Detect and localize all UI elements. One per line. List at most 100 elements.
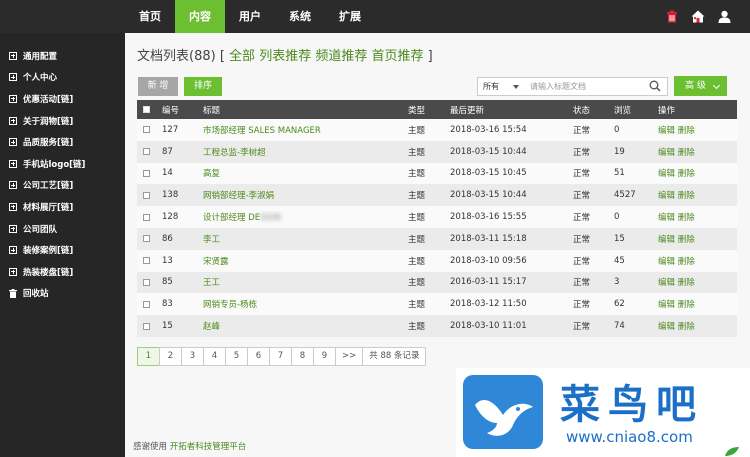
row-views: 15: [614, 233, 625, 244]
filter-link-all[interactable]: 全部: [229, 49, 255, 64]
page-button-5[interactable]: 5: [225, 347, 248, 366]
page-button-1[interactable]: 1: [137, 347, 160, 366]
row-status: 正常: [573, 147, 591, 158]
delete-link[interactable]: 删除: [678, 235, 695, 245]
row-checkbox[interactable]: [143, 300, 150, 308]
edit-link[interactable]: 编辑: [658, 300, 675, 310]
row-title-link[interactable]: 网销专员-杨栋: [203, 298, 408, 310]
edit-link[interactable]: 编辑: [658, 235, 675, 245]
sidebar-item-label: 公司工艺[链]: [23, 181, 74, 192]
footer-link[interactable]: 开拓者科技管理平台: [170, 442, 247, 452]
user-icon[interactable]: [716, 8, 732, 24]
row-title-link[interactable]: 市场部经理 SALES MANAGER: [203, 124, 408, 136]
row-updated: 2018-03-10 11:01: [450, 321, 527, 332]
column-header-title: 标题: [203, 105, 221, 116]
row-checkbox[interactable]: [143, 169, 150, 177]
filter-link-list-recommended[interactable]: 列表推荐: [259, 49, 311, 64]
edit-link[interactable]: 编辑: [658, 191, 675, 201]
edit-link[interactable]: 编辑: [658, 322, 675, 332]
row-type: 主题: [408, 234, 426, 245]
sidebar-item-properties[interactable]: 热装楼盘[链]: [0, 261, 125, 283]
row-title-link[interactable]: 设计部经理 DESIGN: [203, 211, 408, 223]
edit-link[interactable]: 编辑: [658, 148, 675, 158]
page-button-4[interactable]: 4: [203, 347, 226, 366]
row-checkbox[interactable]: [143, 278, 150, 286]
delete-link[interactable]: 删除: [678, 300, 695, 310]
new-button[interactable]: 新 增: [138, 77, 178, 96]
pagination: 1 2 3 4 5 6 7 8 9 >> 共 88 条记录: [137, 347, 427, 366]
nav-item-content[interactable]: 内容: [175, 0, 225, 33]
row-title-link[interactable]: 工程总监-李树超: [203, 146, 408, 158]
next-page-button[interactable]: >>: [335, 347, 364, 366]
edit-link[interactable]: 编辑: [658, 126, 675, 136]
nav-item-users[interactable]: 用户: [225, 0, 275, 33]
filter-link-home-recommended[interactable]: 首页推荐: [372, 49, 424, 64]
delete-link[interactable]: 删除: [678, 148, 695, 158]
sidebar-item-materials[interactable]: 材料展厅[链]: [0, 196, 125, 218]
sidebar-item-team[interactable]: 公司团队: [0, 218, 125, 240]
row-checkbox[interactable]: [143, 191, 150, 199]
select-all-checkbox[interactable]: [143, 106, 150, 113]
delete-link[interactable]: 删除: [678, 169, 695, 179]
column-header-status: 状态: [573, 105, 591, 116]
delete-link[interactable]: 删除: [678, 257, 695, 267]
page-button-3[interactable]: 3: [181, 347, 204, 366]
delete-link[interactable]: 删除: [678, 126, 695, 136]
page-button-6[interactable]: 6: [247, 347, 270, 366]
sidebar-item-quality-service[interactable]: 品质服务[链]: [0, 131, 125, 153]
row-views: 51: [614, 168, 625, 179]
nav-item-extensions[interactable]: 扩展: [325, 0, 375, 33]
nav-item-system[interactable]: 系统: [275, 0, 325, 33]
search-filter-select[interactable]: 所有: [477, 77, 525, 96]
sort-button[interactable]: 排序: [184, 77, 222, 96]
row-checkbox[interactable]: [143, 213, 150, 221]
page-button-9[interactable]: 9: [313, 347, 336, 366]
row-views: 74: [614, 321, 625, 332]
sidebar-item-personal-center[interactable]: 个人中心: [0, 67, 125, 89]
sidebar-item-craft[interactable]: 公司工艺[链]: [0, 175, 125, 197]
row-checkbox[interactable]: [143, 322, 150, 330]
row-title-link[interactable]: 宋贤露: [203, 255, 408, 267]
edit-link[interactable]: 编辑: [658, 257, 675, 267]
page-title-prefix: 文档列表(88) [: [137, 49, 225, 64]
row-checkbox[interactable]: [143, 148, 150, 156]
nav-item-home[interactable]: 首页: [125, 0, 175, 33]
sidebar-item-general-config[interactable]: 通用配置: [0, 45, 125, 67]
page-button-7[interactable]: 7: [269, 347, 292, 366]
delete-link[interactable]: 删除: [678, 213, 695, 223]
sidebar-item-cases[interactable]: 装修案例[链]: [0, 239, 125, 261]
sidebar-item-promotions[interactable]: 优惠活动[链]: [0, 88, 125, 110]
delete-link[interactable]: 删除: [678, 191, 695, 201]
table-row: 15 赵峰 主题 2018-03-10 11:01 正常 74 编辑 删除: [137, 315, 737, 337]
sidebar-item-recycle-bin[interactable]: 回收站: [0, 283, 125, 305]
row-checkbox[interactable]: [143, 126, 150, 134]
edit-link[interactable]: 编辑: [658, 213, 675, 223]
sidebar-item-about[interactable]: 关于润物[链]: [0, 110, 125, 132]
delete-link[interactable]: 删除: [678, 278, 695, 288]
row-checkbox[interactable]: [143, 235, 150, 243]
sidebar-item-label: 个人中心: [23, 73, 58, 84]
delete-link[interactable]: 删除: [678, 322, 695, 332]
row-title-link[interactable]: 李工: [203, 233, 408, 245]
home-icon[interactable]: [690, 8, 706, 24]
trash-icon[interactable]: [664, 8, 680, 24]
row-title-link[interactable]: 高复: [203, 167, 408, 179]
table-row: 127 市场部经理 SALES MANAGER 主题 2018-03-16 15:54…: [137, 119, 737, 141]
column-header-type: 类型: [408, 105, 426, 116]
search-input[interactable]: 请输入标题文档: [524, 77, 668, 96]
table-row: 87 工程总监-李树超 主题 2018-03-15 10:44 正常 19 编辑 删除: [137, 140, 737, 163]
row-title-link[interactable]: 王工: [203, 276, 408, 288]
plus-box-icon: [9, 181, 17, 190]
sidebar-item-mobile-logo[interactable]: 手机站logo[链]: [0, 153, 125, 175]
edit-link[interactable]: 编辑: [658, 169, 675, 179]
page-button-2[interactable]: 2: [159, 347, 182, 366]
filter-link-channel-recommended[interactable]: 频道推荐: [315, 49, 367, 64]
row-title-link[interactable]: 赵峰: [203, 320, 408, 332]
edit-link[interactable]: 编辑: [658, 278, 675, 288]
row-title-link[interactable]: 网销部经理-李淑娟: [203, 189, 408, 201]
page-button-8[interactable]: 8: [291, 347, 314, 366]
row-checkbox[interactable]: [143, 257, 150, 265]
advanced-search-button[interactable]: 高 级: [674, 76, 727, 96]
search-icon[interactable]: [649, 80, 661, 92]
sidebar-item-label: 装修案例[链]: [23, 246, 74, 257]
